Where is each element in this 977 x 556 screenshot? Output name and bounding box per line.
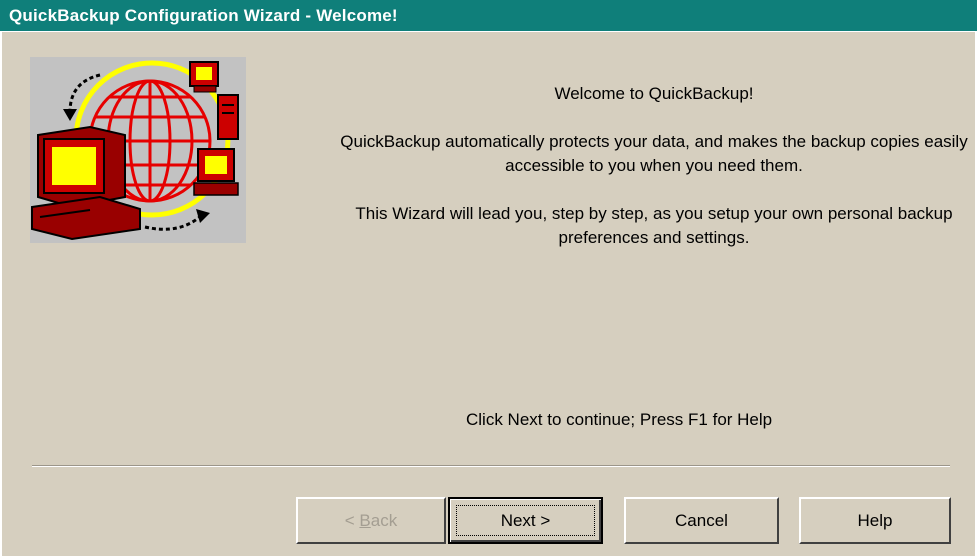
window-frame-left <box>0 32 2 556</box>
cancel-button-label: Cancel <box>675 510 728 530</box>
cancel-button[interactable]: Cancel <box>624 497 779 544</box>
back-button-mnemonic: B <box>359 510 371 530</box>
back-button-rest: ack <box>370 510 398 530</box>
continue-hint: Click Next to continue; Press F1 for Hel… <box>466 410 773 429</box>
button-separator <box>32 465 950 467</box>
network-backup-illustration-icon <box>30 57 246 243</box>
back-button-prefix: < <box>344 510 360 530</box>
description-paragraph: QuickBackup automatically protects your … <box>340 132 968 175</box>
title-bar[interactable]: QuickBackup Configuration Wizard - Welco… <box>0 0 977 32</box>
focus-rectangle <box>456 505 595 536</box>
help-button-label: Help <box>857 510 893 530</box>
back-button[interactable]: < Back <box>296 497 446 544</box>
help-button[interactable]: Help <box>799 497 951 544</box>
next-button[interactable]: Next > <box>448 497 603 544</box>
wizard-intro-paragraph: This Wizard will lead you, step by step,… <box>355 204 953 247</box>
welcome-heading: Welcome to QuickBackup! <box>554 84 754 103</box>
window-title: QuickBackup Configuration Wizard - Welco… <box>9 6 398 25</box>
